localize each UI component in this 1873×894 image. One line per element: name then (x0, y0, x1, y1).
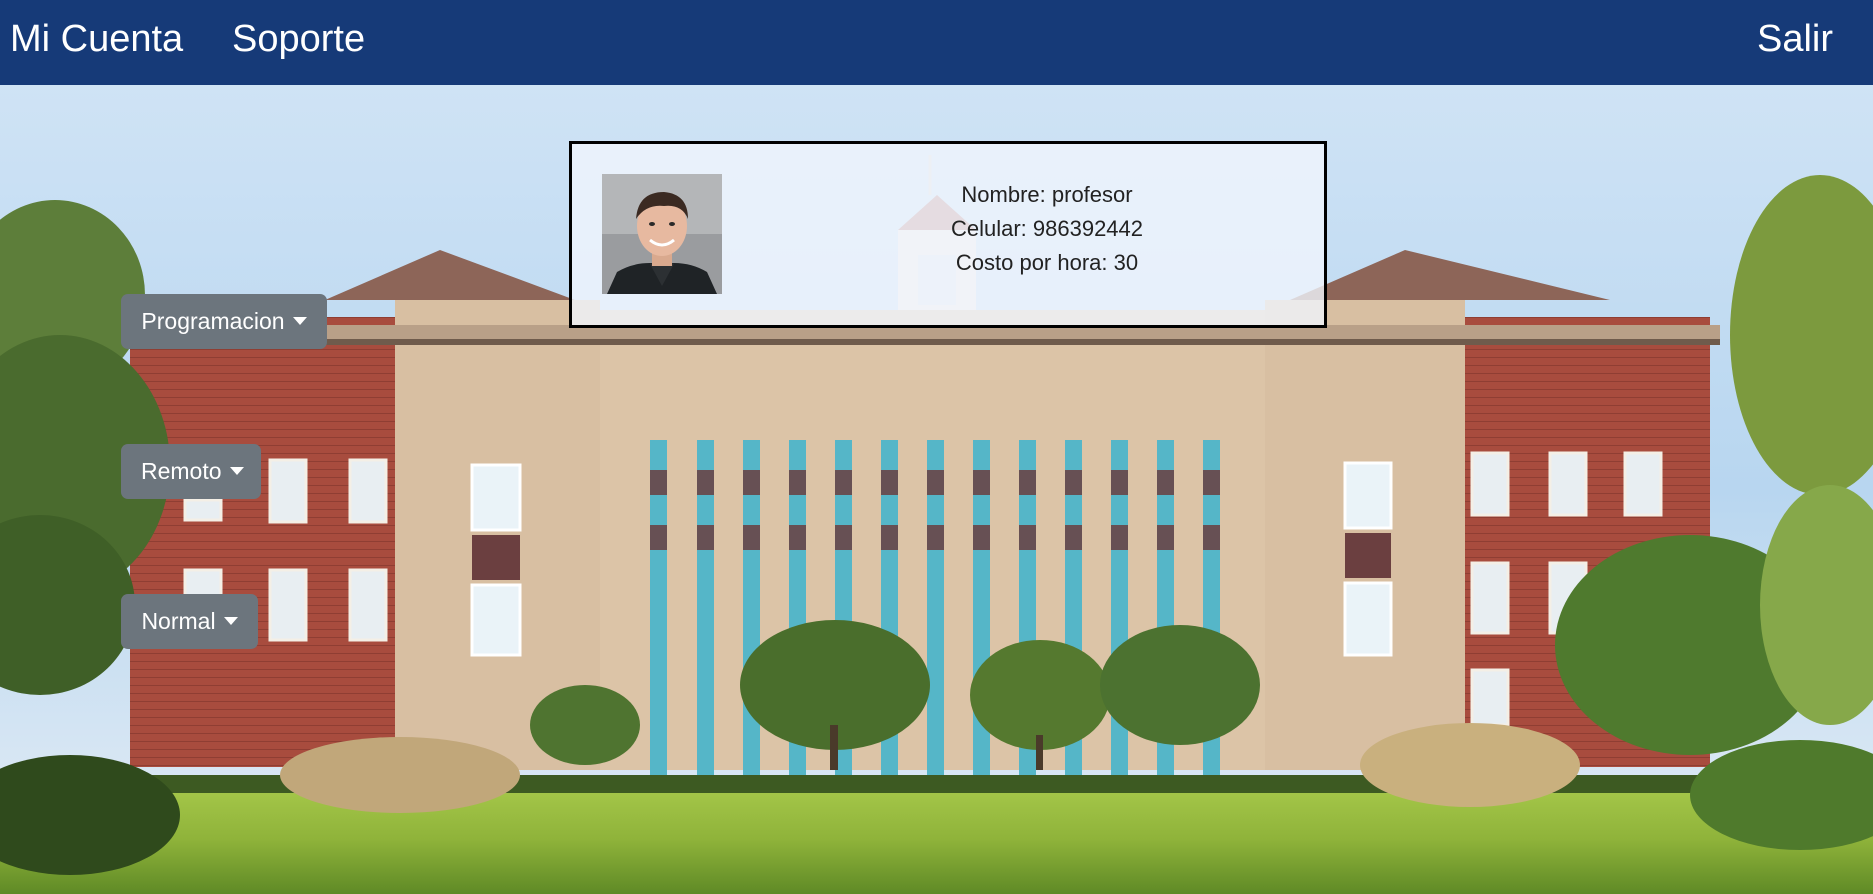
profile-name: Nombre: profesor (961, 182, 1133, 207)
nav-mi-cuenta-link[interactable]: Mi Cuenta (10, 16, 183, 62)
normal-dropdown-button[interactable]: Normal (121, 594, 258, 649)
chevron-down-icon (229, 467, 244, 475)
nav-salir-link[interactable]: Salir (1757, 16, 1833, 62)
top-navbar: Mi Cuenta Soporte Salir (0, 0, 1873, 85)
page: Mi Cuenta Soporte Salir Nombre: profesor… (0, 0, 1873, 894)
user-photo-icon (602, 174, 722, 294)
chevron-down-icon (223, 617, 238, 625)
remoto-dropdown-label: Remoto (141, 458, 222, 484)
programacion-dropdown-button[interactable]: Programacion (121, 294, 327, 349)
normal-dropdown-label: Normal (141, 608, 216, 634)
nav-soporte-link[interactable]: Soporte (232, 16, 365, 62)
avatar (602, 174, 722, 294)
profile-phone: Celular: 986392442 (950, 216, 1144, 241)
profile-cost-per-hour: Costo por hora: 30 (955, 250, 1139, 275)
chevron-down-icon (292, 317, 307, 325)
programacion-dropdown-label: Programacion (141, 308, 285, 334)
remoto-dropdown-button[interactable]: Remoto (121, 444, 261, 499)
profile-info: Nombre: profesor Celular: 986392442 Cost… (872, 178, 1222, 280)
profile-card: Nombre: profesor Celular: 986392442 Cost… (569, 141, 1327, 328)
